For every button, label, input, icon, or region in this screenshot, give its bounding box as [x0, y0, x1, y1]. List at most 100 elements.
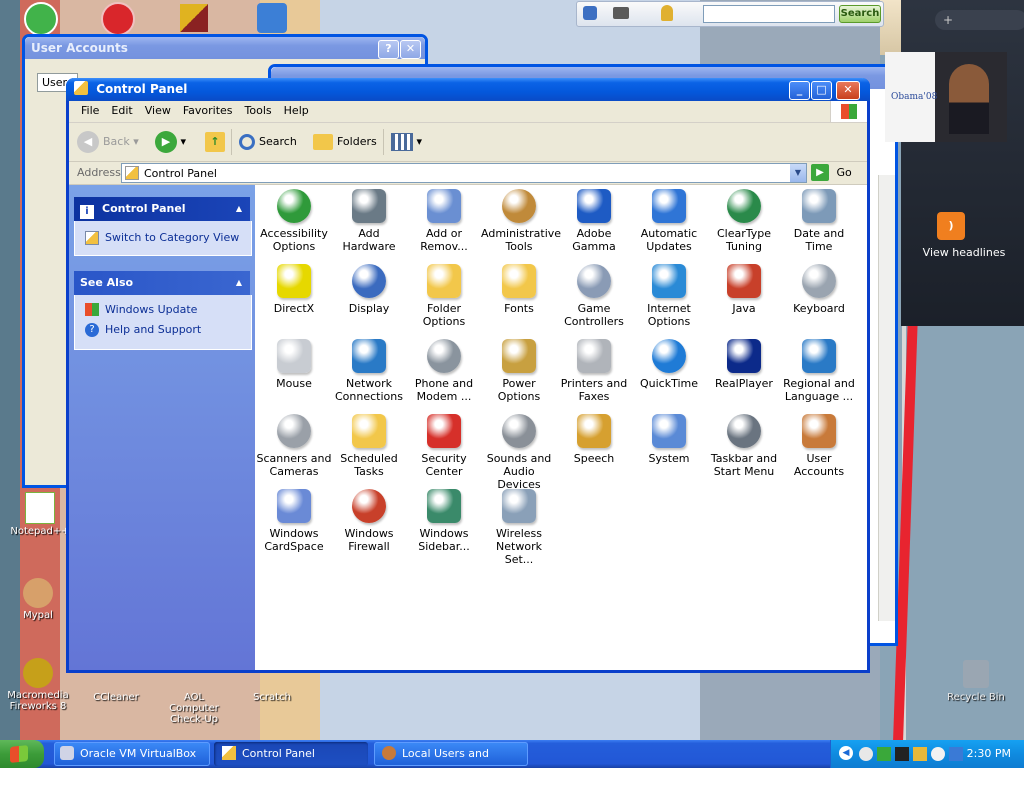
user-accounts-titlebar[interactable]: User Accounts ? ✕ — [25, 37, 425, 59]
cp-item-label: Sounds and Audio Devices — [486, 452, 552, 491]
obama-photo[interactable]: Obama'08 — [885, 52, 1007, 142]
search-button[interactable]: Search — [239, 129, 297, 155]
cp-item-sounds-and-audio-devices[interactable]: Sounds and Audio Devices — [481, 414, 557, 491]
up-folder-button[interactable]: ↑ — [205, 129, 225, 155]
cp-item-regional-and-language[interactable]: Regional and Language ... — [781, 339, 857, 403]
menu-tools[interactable]: Tools — [239, 101, 278, 120]
cp-item-label: Date and Time — [793, 227, 845, 253]
tray-icon-4[interactable] — [913, 747, 927, 761]
cp-item-mouse[interactable]: Mouse — [256, 339, 332, 390]
toolbar-icon-2[interactable] — [613, 7, 629, 19]
toolbar-icon-3[interactable] — [661, 5, 673, 21]
menu-file[interactable]: File — [75, 101, 105, 120]
cp-item-accessibility-options[interactable]: Accessibility Options — [256, 189, 332, 253]
address-dropdown[interactable]: ▼ — [790, 164, 806, 182]
toolbar-icon-1[interactable] — [583, 6, 597, 20]
cp-item-folder-options[interactable]: Folder Options — [406, 264, 482, 328]
address-input[interactable]: Control Panel ▼ — [121, 163, 807, 183]
view-headlines-link[interactable]: View headlines — [907, 246, 1021, 259]
go-button[interactable]: ▶ Go — [811, 164, 861, 182]
cp-item-windows-sidebar[interactable]: Windows Sidebar... — [406, 489, 482, 553]
cp-item-directx[interactable]: DirectX — [256, 264, 332, 315]
tray-icon-5[interactable] — [931, 747, 945, 761]
tray-icon-6[interactable] — [949, 747, 963, 761]
desktop-icon-winrar[interactable] — [180, 4, 208, 32]
desktop-icon-fireworks[interactable]: Macromedia Fireworks 8 — [2, 658, 74, 712]
cp-item-wireless-network-set[interactable]: Wireless Network Set... — [481, 489, 557, 566]
minimize-button[interactable]: _ — [789, 81, 810, 100]
cp-item-keyboard[interactable]: Keyboard — [781, 264, 857, 315]
tray-icon-2[interactable] — [877, 747, 891, 761]
cp-item-windows-cardspace[interactable]: Windows CardSpace — [256, 489, 332, 553]
see-also-header[interactable]: See Also ▲ — [74, 271, 250, 295]
printer-icon — [577, 339, 611, 373]
cp-item-user-accounts[interactable]: User Accounts — [781, 414, 857, 478]
close-button[interactable]: ✕ — [836, 81, 860, 100]
help-support-link[interactable]: Help and Support — [105, 323, 201, 336]
views-button[interactable]: ▾ — [391, 129, 422, 155]
start-button[interactable] — [0, 740, 44, 768]
cp-item-date-and-time[interactable]: Date and Time — [781, 189, 857, 253]
taskbar-item-virtualbox[interactable]: Oracle VM VirtualBox ... — [54, 742, 210, 784]
cp-item-printers-and-faxes[interactable]: Printers and Faxes — [556, 339, 632, 403]
control-panel-task-header[interactable]: i Control Panel ▲ — [74, 197, 250, 221]
desktop-icon-recycle-bin[interactable]: Recycle Bin — [936, 660, 1016, 703]
cp-item-quicktime[interactable]: QuickTime — [631, 339, 707, 390]
folders-button[interactable]: Folders — [313, 129, 377, 155]
rss-icon[interactable]: ) — [937, 212, 965, 240]
desktop-icon-flashlight[interactable] — [257, 3, 287, 33]
tray-icon-1[interactable] — [859, 747, 873, 761]
cp-item-cleartype-tuning[interactable]: ClearType Tuning — [706, 189, 782, 253]
control-panel-window[interactable]: Control Panel _ □ ✕ File Edit View Favorite… — [66, 78, 870, 673]
gadget-controls[interactable]: + — [935, 10, 1024, 30]
cp-item-phone-and-modem[interactable]: Phone and Modem ... — [406, 339, 482, 403]
taskbar-item-control-panel[interactable]: Control Panel — [214, 742, 368, 766]
maximize-button[interactable]: □ — [811, 81, 832, 100]
menu-view[interactable]: View — [139, 101, 177, 120]
cp-item-java[interactable]: Java — [706, 264, 782, 315]
cp-item-adobe-gamma[interactable]: Adobe Gamma — [556, 189, 632, 253]
search-input[interactable] — [703, 5, 835, 23]
search-button[interactable]: Search — [839, 5, 881, 23]
desktop-icon-green[interactable] — [24, 2, 58, 36]
menu-help[interactable]: Help — [278, 101, 315, 120]
clock[interactable]: 2:30 PM — [967, 747, 1011, 760]
switch-category-view-link[interactable]: Switch to Category View — [105, 231, 239, 244]
cp-item-scanners-and-cameras[interactable]: Scanners and Cameras — [256, 414, 332, 478]
help-button[interactable]: ? — [378, 40, 399, 59]
cp-item-administrative-tools[interactable]: Administrative Tools — [481, 189, 561, 253]
cp-item-add-or-remov[interactable]: Add or Remov... — [406, 189, 482, 253]
cp-item-taskbar-and-start-menu[interactable]: Taskbar and Start Menu — [706, 414, 782, 478]
tray-icon-3[interactable] — [895, 747, 909, 761]
cp-item-speech[interactable]: Speech — [556, 414, 632, 465]
cp-item-power-options[interactable]: Power Options — [481, 339, 557, 403]
menu-favorites[interactable]: Favorites — [177, 101, 239, 120]
cp-item-display[interactable]: Display — [331, 264, 407, 315]
cp-item-game-controllers[interactable]: Game Controllers — [556, 264, 632, 328]
collapse-chevron-icon[interactable]: ▲ — [236, 197, 242, 221]
desktop-icon-flash[interactable] — [101, 2, 135, 36]
cp-item-network-connections[interactable]: Network Connections — [331, 339, 407, 403]
taskbar-item-local-users[interactable]: Local Users and Groups — [374, 742, 528, 784]
cp-item-automatic-updates[interactable]: Automatic Updates — [631, 189, 707, 253]
tray-expand-icon[interactable]: ◀ — [839, 746, 853, 760]
menu-edit[interactable]: Edit — [105, 101, 138, 120]
forward-button[interactable]: ▶ ▾ — [155, 129, 186, 155]
cp-item-windows-firewall[interactable]: Windows Firewall — [331, 489, 407, 553]
windows-update-link[interactable]: Windows Update — [105, 303, 197, 316]
control-panel-titlebar[interactable]: Control Panel _ □ ✕ — [66, 78, 870, 101]
cp-item-scheduled-tasks[interactable]: Scheduled Tasks — [331, 414, 407, 478]
cp-item-add-hardware[interactable]: Add Hardware — [331, 189, 407, 253]
cp-item-fonts[interactable]: Fonts — [481, 264, 557, 315]
scrollbar[interactable] — [878, 175, 895, 621]
cp-item-realplayer[interactable]: RealPlayer — [706, 339, 782, 390]
collapse-chevron-icon[interactable]: ▲ — [236, 271, 242, 295]
desktop-icon-mypal[interactable]: Mypal — [2, 578, 74, 621]
cp-item-internet-options[interactable]: Internet Options — [631, 264, 707, 328]
network-icon — [352, 339, 386, 373]
close-button[interactable]: ✕ — [400, 40, 421, 59]
back-button[interactable]: ◀ Back ▾ — [77, 129, 139, 155]
cp-item-security-center[interactable]: Security Center — [406, 414, 482, 478]
desktop-icon-aol[interactable]: AOL Computer Check-Up — [158, 666, 230, 725]
cp-item-system[interactable]: System — [631, 414, 707, 465]
